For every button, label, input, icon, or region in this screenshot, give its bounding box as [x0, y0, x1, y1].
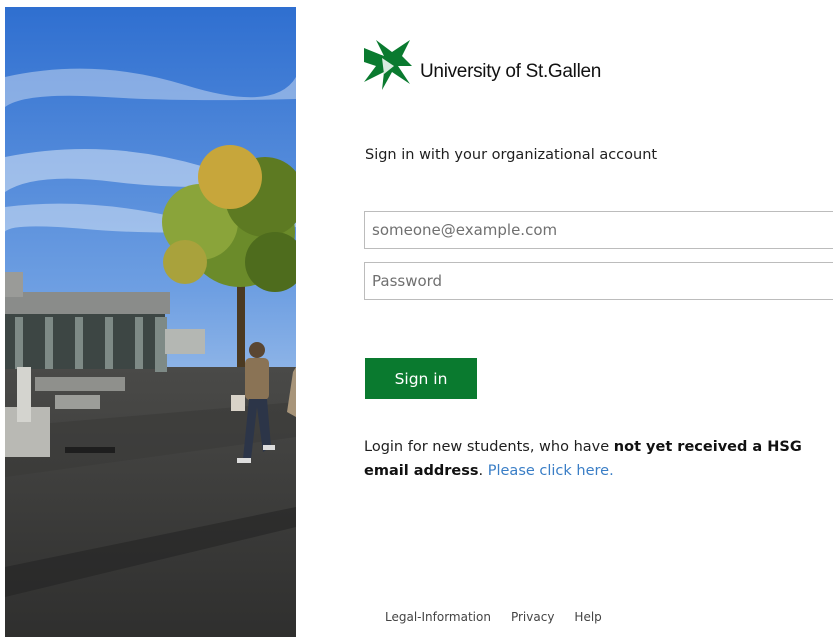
new-students-notice: Login for new students, who have not yet… — [364, 435, 833, 483]
footer-link-legal[interactable]: Legal-Information — [385, 610, 491, 624]
email-input[interactable] — [364, 211, 833, 249]
university-name: University of St.Gallen — [420, 61, 602, 82]
footer-links: Legal-Information Privacy Help — [385, 610, 602, 624]
signin-heading: Sign in with your organizational account — [365, 147, 658, 163]
new-students-text-after: . — [478, 463, 488, 479]
password-input[interactable] — [364, 262, 833, 300]
new-students-link[interactable]: Please click here. — [488, 463, 614, 479]
hsg-logo-icon — [364, 40, 412, 90]
login-page: University of St.Gallen Sign in with you… — [0, 0, 833, 637]
footer-link-help[interactable]: Help — [574, 610, 601, 624]
signin-button[interactable]: Sign in — [365, 358, 477, 399]
footer-link-privacy[interactable]: Privacy — [511, 610, 554, 624]
campus-photo — [5, 7, 296, 637]
university-logo: University of St.Gallen — [362, 36, 601, 94]
new-students-text: Login for new students, who have — [364, 439, 614, 455]
